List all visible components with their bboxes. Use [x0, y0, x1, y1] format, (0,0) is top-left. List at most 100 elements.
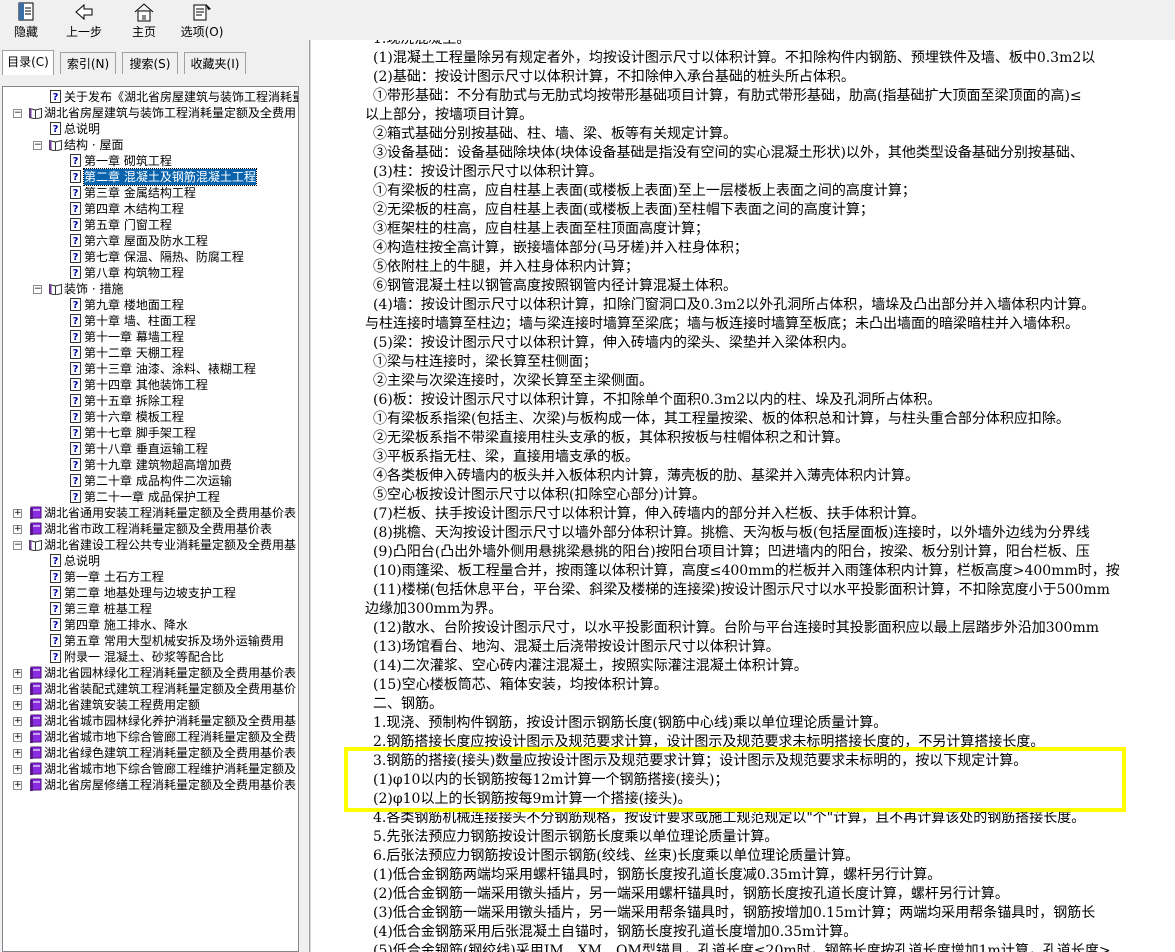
collapse-toggle-icon[interactable]: − — [13, 541, 22, 550]
page-icon: ? — [69, 410, 82, 423]
content-line: (4)墙：按设计图示尺寸以体积计算，扣除门窗洞口及0.3m2以外孔洞所占体积，墙… — [373, 297, 1096, 313]
svg-text:?: ? — [73, 364, 79, 375]
page-icon: ? — [49, 554, 62, 567]
page-icon: ? — [69, 250, 82, 263]
page-icon: ? — [69, 442, 82, 455]
expand-toggle-icon[interactable]: + — [13, 781, 22, 790]
page-icon: ? — [49, 618, 62, 631]
content-line: 5.先张法预应力钢筋按设计图示钢筋长度乘以单位理论质量计算。 — [373, 829, 779, 845]
content-line: (6)板：按设计图示尺寸以体积计算，不扣除单个面积0.3m2以内的柱、垛及孔洞所… — [373, 392, 942, 408]
tree-item-label: 湖北省城市地下综合管廊工程消耗量定额及全费 — [44, 730, 297, 744]
expand-toggle-icon[interactable]: + — [13, 733, 22, 742]
content-line: 以上部分，按墙项目计算。 — [365, 107, 533, 123]
content-line: (14)二次灌浆、空心砖内灌注混凝土，按照实际灌注混凝土体积计算。 — [373, 658, 808, 674]
content-line: (5)梁：按设计图示尺寸以体积计算，伸入砖墙内的梁头、梁垫并入梁体积内。 — [373, 335, 855, 351]
content-line: 边缘加300mm为界。 — [365, 601, 503, 617]
book-closed-icon — [29, 746, 42, 759]
content-line: ④构造柱按全高计算，嵌接墙体部分(马牙槎)并入柱身体积； — [373, 240, 748, 256]
expand-toggle-icon[interactable]: + — [13, 717, 22, 726]
tree-item-label: 第二章 地基处理与边坡支护工程 — [64, 586, 236, 600]
tree-item-label: 结构 · 屋面 — [64, 138, 124, 152]
content-line: (1)φ10以内的长钢筋按每12m计算一个钢筋搭接(接头)； — [373, 772, 729, 788]
content-line: ①有梁板系指梁(包括主、次梁)与板构成一体，其工程量按梁、板的体积总和计算，与柱… — [373, 411, 1070, 427]
contents-tree[interactable]: ? 关于发布《湖北省房屋建筑与装饰工程消耗量定 − 湖北省房屋建筑与装饰工程消耗量定额… — [2, 86, 299, 952]
svg-text:?: ? — [53, 604, 59, 615]
hide-button[interactable]: 隐藏 — [6, 0, 46, 40]
svg-text:?: ? — [53, 636, 59, 647]
content-line: ①有梁板的柱高，应自柱基上表面(或楼板上表面)至上一层楼板上表面之间的高度计算； — [373, 183, 916, 199]
tree-item-label: 第二十章 成品构件二次运输 — [84, 474, 232, 488]
tree-item-label: 第八章 构筑物工程 — [84, 266, 184, 280]
options-button[interactable]: 选项(O) — [178, 0, 226, 40]
expand-toggle-icon[interactable]: + — [13, 765, 22, 774]
content-line: (10)雨篷梁、板工程量合并，按雨篷以体积计算，高度≤400mm的栏板并入雨篷体… — [373, 563, 1120, 579]
content-line: 3.钢筋的搭接(接头)数量应按设计图示及规范要求计算；设计图示及规范要求未标明的… — [373, 753, 1028, 769]
page-icon: ? — [49, 634, 62, 647]
content-line: 1.现浇混凝土。 — [373, 40, 470, 49]
tree-item-label: 第十八章 垂直运输工程 — [84, 442, 208, 456]
content-line: ③框架柱的柱高，应自柱基上表面至柱顶面高度计算； — [373, 221, 709, 237]
content-line: (3)低合金钢筋一端采用镦头插片，另一端采用帮条锚具时，钢筋按增加0.15m计算… — [373, 905, 1096, 921]
svg-text:?: ? — [73, 156, 79, 167]
tree-item-label: 第三章 金属结构工程 — [84, 186, 196, 200]
page-icon: ? — [69, 266, 82, 279]
expand-toggle-icon[interactable]: + — [13, 749, 22, 758]
content-line: ③设备基础：设备基础除块体(块体设备基础是指没有空间的实心混凝土形状)以外，其他… — [373, 145, 1084, 161]
book-open-icon — [29, 106, 42, 120]
tab-index[interactable]: 索引(N) — [60, 52, 116, 74]
page-icon: ? — [69, 474, 82, 487]
page-icon: ? — [69, 330, 82, 343]
page-icon: ? — [69, 458, 82, 471]
svg-text:?: ? — [73, 220, 79, 231]
page-icon: ? — [69, 186, 82, 199]
document-content[interactable]: 1.现浇混凝土。(1)混凝土工程量除另有规定者外，均按设计图示尺寸以体积计算。不… — [310, 40, 1175, 952]
tree-item-label: 湖北省城市地下综合管廊工程维护消耗量定额及 — [44, 762, 297, 776]
content-line: (8)挑檐、天沟按设计图示尺寸以墙外部分体积计算。挑檐、天沟板与板(包括屋面板)… — [373, 525, 1090, 541]
content-line: ①梁与柱连接时，梁长算至柱侧面； — [373, 354, 597, 370]
book-closed-icon — [29, 778, 42, 791]
svg-text:?: ? — [53, 620, 59, 631]
book-closed-icon — [29, 730, 42, 743]
svg-text:?: ? — [53, 588, 59, 599]
content-line: (2)低合金钢筋一端采用镦头插片，另一端采用螺杆锚具时，钢筋长度按孔道长度计算，… — [373, 886, 1009, 902]
svg-text:?: ? — [73, 412, 79, 423]
tree-item-label: 湖北省通用安装工程消耗量定额及全费用基价表 — [44, 506, 297, 520]
page-icon: ? — [69, 378, 82, 391]
page-icon: ? — [69, 346, 82, 359]
svg-text:?: ? — [73, 204, 79, 215]
expand-toggle-icon[interactable]: + — [13, 525, 22, 534]
svg-text:?: ? — [73, 492, 79, 503]
collapse-toggle-icon[interactable]: − — [33, 141, 42, 150]
content-line: ⑤空心板按设计图示尺寸以体积(扣除空心部分)计算。 — [373, 487, 706, 503]
svg-text:?: ? — [73, 460, 79, 471]
tree-item-label: 湖北省房屋建筑与装饰工程消耗量定额及全费用 — [44, 106, 297, 120]
expand-toggle-icon[interactable]: + — [13, 685, 22, 694]
toolbar: 隐藏 上一步 主页 选项(O) — [0, 0, 1175, 41]
content-line: ②无梁板的柱高，应自柱基上表面(或楼板上表面)至柱帽下表面之间的高度计算； — [373, 202, 874, 218]
tree-item-label: 第三章 桩基工程 — [64, 602, 152, 616]
expand-toggle-icon[interactable]: + — [13, 669, 22, 678]
expand-toggle-icon[interactable]: + — [13, 509, 22, 518]
content-line: (4)低合金钢筋采用后张混凝土自锚时，钢筋长度按孔道长度增加0.35m计算。 — [373, 924, 858, 940]
svg-text:?: ? — [73, 188, 79, 199]
tab-contents[interactable]: 目录(C) — [2, 50, 54, 75]
page-icon: ? — [69, 426, 82, 439]
tab-favorites[interactable]: 收藏夹(I) — [184, 52, 246, 74]
book-closed-icon — [29, 714, 42, 727]
collapse-toggle-icon[interactable]: − — [33, 285, 42, 294]
home-button[interactable]: 主页 — [126, 0, 162, 40]
back-button[interactable]: 上一步 — [62, 0, 106, 40]
options-icon — [193, 4, 211, 21]
content-line: (5)低合金钢筋(钢绞线)采用JM、XM、QM型锚具，孔道长度≤20m时，钢筋长… — [373, 943, 1111, 952]
page-icon: ? — [69, 490, 82, 503]
svg-text:?: ? — [73, 396, 79, 407]
tree-item-label: 第一章 砌筑工程 — [84, 154, 172, 168]
collapse-toggle-icon[interactable]: − — [13, 109, 22, 118]
tab-search[interactable]: 搜索(S) — [122, 52, 178, 74]
page-icon: ? — [49, 586, 62, 599]
svg-text:?: ? — [73, 316, 79, 327]
content-line: (12)散水、台阶按设计图示尺寸，以水平投影面积计算。台阶与平台连接时其投影面积… — [373, 620, 1100, 636]
tree-item-label: 第十一章 幕墙工程 — [84, 330, 184, 344]
expand-toggle-icon[interactable]: + — [13, 701, 22, 710]
content-line: 6.后张法预应力钢筋按设计图示钢筋(绞线、丝束)长度乘以单位理论质量计算。 — [373, 848, 860, 864]
